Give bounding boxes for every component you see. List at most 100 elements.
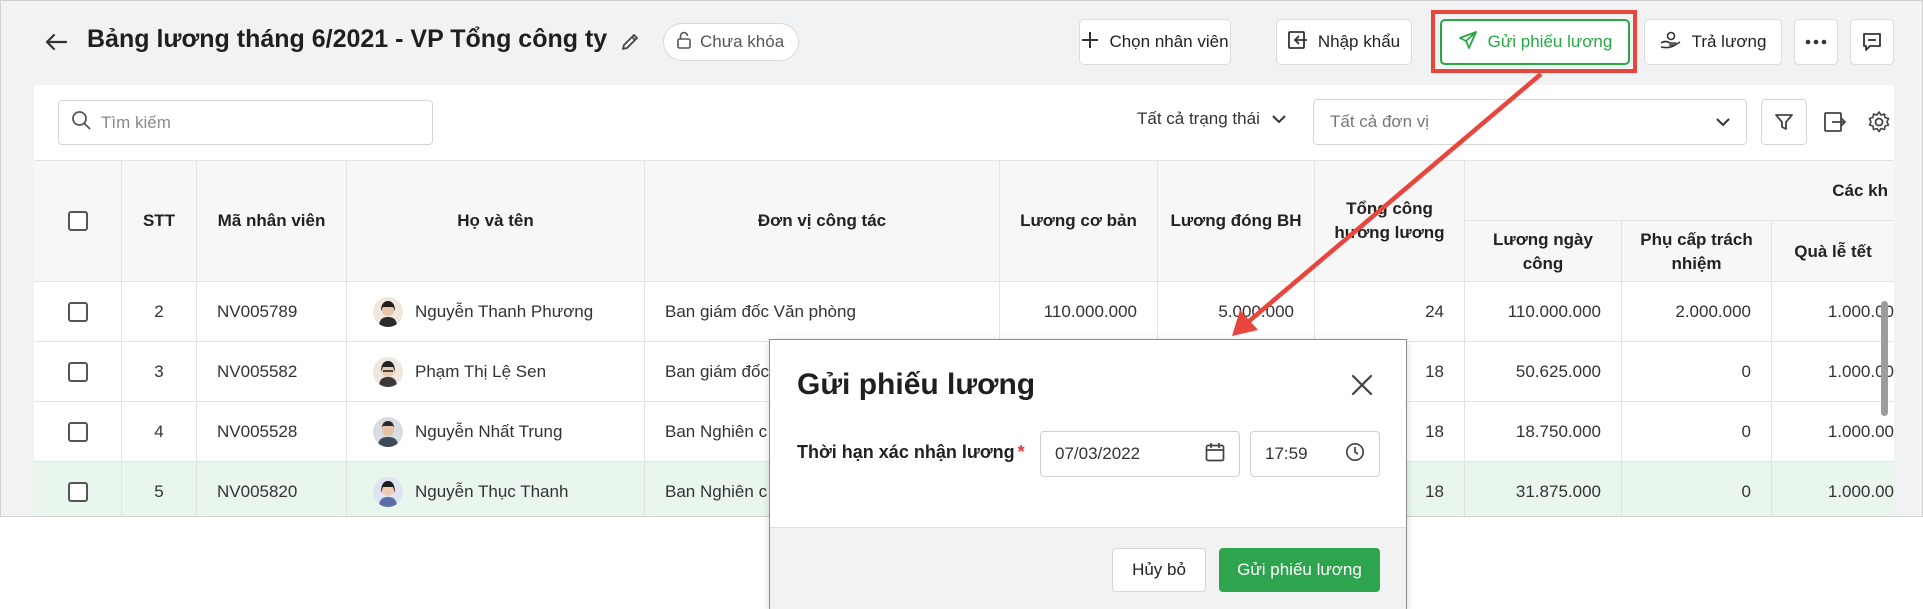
row-unit: Ban giám đốc Văn phòng	[645, 282, 1000, 341]
header-name: Họ và tên	[347, 161, 645, 281]
choose-employee-button[interactable]: Chọn nhân viên	[1079, 19, 1231, 65]
search-box[interactable]	[58, 100, 433, 145]
comment-icon[interactable]	[1850, 19, 1894, 65]
row-checkbox[interactable]	[67, 301, 88, 322]
row-select[interactable]	[34, 342, 122, 401]
pay-salary-label: Trả lương	[1691, 32, 1767, 51]
header-base-salary: Lương cơ bản	[1000, 161, 1158, 281]
header-code: Mã nhân viên	[197, 161, 347, 281]
gear-icon[interactable]	[1856, 99, 1902, 145]
import-icon	[1287, 30, 1308, 54]
export-icon[interactable]	[1812, 99, 1858, 145]
table-row[interactable]: 2 NV005789 Nguyễn Thanh Phương Ban giám …	[34, 282, 1894, 342]
calendar-icon[interactable]	[1205, 442, 1225, 467]
select-all-checkbox[interactable]	[67, 211, 88, 231]
unlock-icon	[676, 31, 692, 54]
row-daily-salary: 18.750.000	[1465, 402, 1622, 461]
deadline-date-value: 07/03/2022	[1055, 444, 1141, 463]
employee-name: Nguyễn Thanh Phương	[415, 301, 594, 321]
avatar	[373, 356, 403, 387]
row-allowance: 0	[1622, 402, 1772, 461]
status-filter-value: Tất cả trạng thái	[1137, 109, 1260, 128]
import-button[interactable]: Nhập khẩu	[1276, 19, 1412, 65]
pay-salary-button[interactable]: Trả lương	[1644, 19, 1782, 65]
dialog-footer: Hủy bỏ Gửi phiếu lương	[770, 527, 1406, 609]
deadline-time-field[interactable]: 17:59	[1250, 431, 1380, 477]
plus-icon	[1081, 31, 1099, 54]
header-group: Các kh	[1465, 161, 1894, 221]
more-options-icon[interactable]	[1794, 19, 1838, 65]
row-holiday-gift: 1.000.00	[1827, 481, 1894, 501]
row-stt: 3	[122, 342, 197, 401]
row-checkbox[interactable]	[67, 481, 88, 502]
row-code: NV005528	[197, 402, 347, 461]
employee-name: Nguyễn Thục Thanh	[415, 481, 569, 501]
back-arrow-icon[interactable]	[41, 27, 71, 57]
table-header: STT Mã nhân viên Họ và tên Đơn vị công t…	[34, 160, 1894, 283]
row-stt: 2	[122, 282, 197, 341]
row-insurance-salary: 5.000.000	[1158, 282, 1315, 341]
header-total-workdays: Tổng công hưởng lương	[1315, 161, 1465, 281]
lock-status-chip[interactable]: Chưa khóa	[663, 23, 800, 61]
row-allowance: 2.000.000	[1622, 282, 1772, 341]
header-holiday-gift: Quà lễ tết	[1794, 242, 1872, 261]
row-employee: Nguyễn Nhất Trung	[347, 402, 645, 461]
send-payslip-highlight	[1431, 10, 1637, 73]
avatar	[373, 476, 403, 507]
row-total-workdays: 24	[1315, 282, 1465, 341]
status-filter-select[interactable]: Tất cả trạng thái	[1137, 109, 1286, 129]
header-daily-salary: Lương ngày công	[1465, 221, 1622, 283]
row-holiday-gift: 1.000.00	[1827, 301, 1894, 321]
header-insurance-salary: Lương đóng BH	[1158, 161, 1315, 281]
row-daily-salary: 110.000.000	[1465, 282, 1622, 341]
unit-filter-value: Tất cả đơn vị	[1330, 112, 1430, 131]
row-daily-salary: 31.875.000	[1465, 462, 1622, 516]
deadline-label-text: Thời hạn xác nhận lương	[797, 442, 1015, 462]
row-daily-salary: 50.625.000	[1465, 342, 1622, 401]
row-base-salary: 110.000.000	[1000, 282, 1158, 341]
row-checkbox[interactable]	[67, 421, 88, 442]
row-select[interactable]	[34, 462, 122, 516]
send-payslip-dialog: Gửi phiếu lương Thời hạn xác nhận lương *…	[769, 339, 1407, 609]
row-employee: Nguyễn Thanh Phương	[347, 282, 645, 341]
pencil-icon[interactable]	[615, 27, 645, 57]
page-title: Bảng lương tháng 6/2021 - VP Tổng công t…	[87, 25, 608, 53]
search-input[interactable]	[101, 112, 401, 133]
header-allowance: Phụ cấp trách nhiệm	[1622, 221, 1772, 283]
row-allowance: 0	[1622, 342, 1772, 401]
unit-filter-select[interactable]: Tất cả đơn vị	[1313, 99, 1747, 145]
row-holiday-gift: 1.000.00	[1827, 361, 1894, 381]
deadline-date-field[interactable]: 07/03/2022	[1040, 431, 1240, 477]
close-icon[interactable]	[1344, 367, 1380, 403]
chevron-down-icon	[1272, 109, 1286, 129]
required-mark: *	[1017, 442, 1025, 462]
clock-icon[interactable]	[1345, 442, 1365, 467]
confirm-send-payslip-button[interactable]: Gửi phiếu lương	[1219, 548, 1380, 592]
cancel-button[interactable]: Hủy bỏ	[1112, 548, 1206, 592]
row-code: NV005820	[197, 462, 347, 516]
row-stt: 5	[122, 462, 197, 516]
employee-name: Nguyễn Nhất Trung	[415, 421, 563, 441]
row-select[interactable]	[34, 282, 122, 341]
row-select[interactable]	[34, 402, 122, 461]
pay-hand-icon	[1660, 31, 1682, 54]
filter-icon[interactable]	[1761, 99, 1807, 145]
employee-name: Phạm Thị Lệ Sen	[415, 361, 547, 381]
avatar	[373, 416, 403, 447]
row-holiday-gift: 1.000.00	[1827, 421, 1894, 441]
header-select-all[interactable]	[34, 161, 122, 281]
chevron-down-icon	[1716, 112, 1730, 132]
row-code: NV005789	[197, 282, 347, 341]
row-checkbox[interactable]	[67, 361, 88, 382]
dialog-title: Gửi phiếu lương	[797, 368, 1036, 401]
row-stt: 4	[122, 402, 197, 461]
header-stt: STT	[122, 161, 197, 281]
vertical-scrollbar[interactable]	[1881, 301, 1888, 416]
row-employee: Phạm Thị Lệ Sen	[347, 342, 645, 401]
avatar	[373, 296, 403, 327]
import-label: Nhập khẩu	[1317, 32, 1401, 51]
search-icon	[71, 110, 91, 135]
row-allowance: 0	[1622, 462, 1772, 516]
row-employee: Nguyễn Thục Thanh	[347, 462, 645, 516]
deadline-label: Thời hạn xác nhận lương *	[797, 442, 1025, 463]
